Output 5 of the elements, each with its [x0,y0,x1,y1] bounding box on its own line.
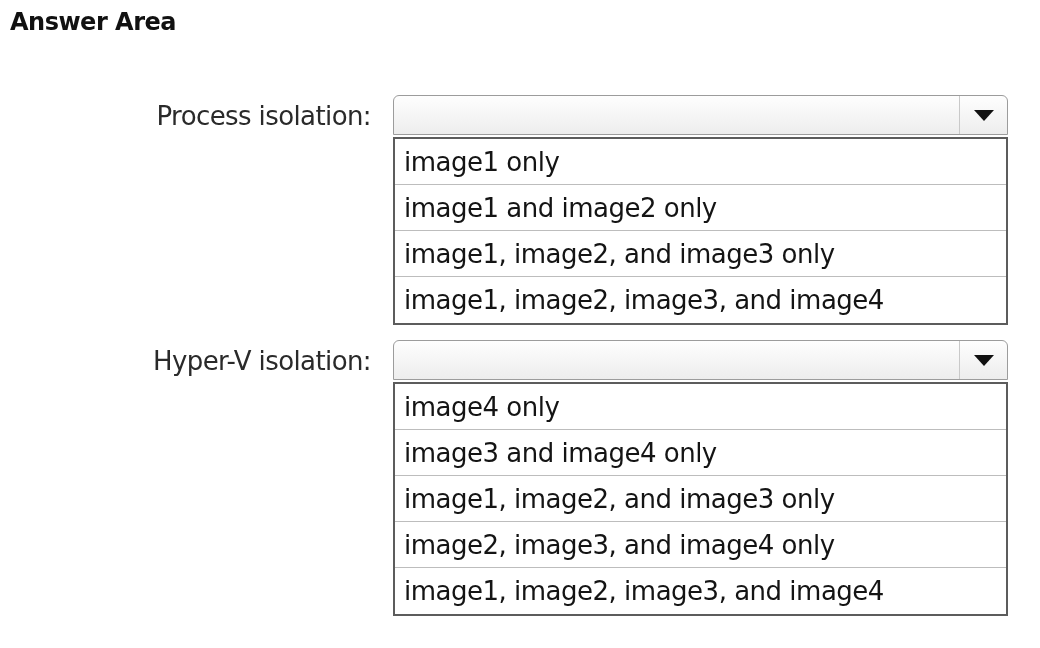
caret-icon [973,354,994,366]
question-label: Process isolation: [156,101,371,131]
caret-icon [973,109,994,121]
section-title: Answer Area [10,7,176,38]
question-label: Hyper-V isolation: [153,346,371,376]
